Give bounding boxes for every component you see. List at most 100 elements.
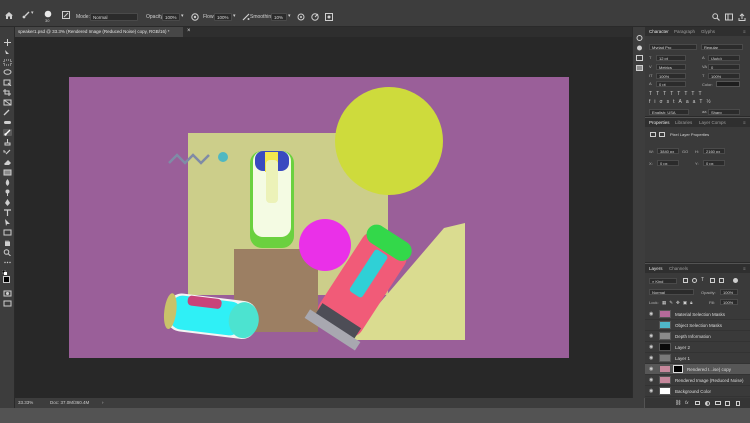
home-icon[interactable]: [4, 11, 13, 19]
vertical-scale-field[interactable]: 100%: [656, 73, 686, 79]
artwork[interactable]: [15, 37, 644, 398]
pressure-size-icon[interactable]: [324, 12, 333, 21]
lock-all-icon[interactable]: 🔒︎: [690, 300, 695, 305]
panel-menu-icon[interactable]: ≡: [743, 264, 746, 273]
font-size-field[interactable]: 12 pt: [656, 55, 686, 61]
layer-row[interactable]: Object Selection Masks: [645, 320, 750, 331]
clone-stamp-tool-icon[interactable]: [3, 139, 12, 146]
y-field[interactable]: 0 px: [703, 160, 725, 166]
text-color-swatch[interactable]: [716, 81, 740, 87]
more-tools-icon[interactable]: [3, 259, 12, 266]
share-icon[interactable]: [737, 12, 746, 21]
document-info[interactable]: Doc: 37.0M/360.4M: [50, 398, 89, 408]
brush-preset-icon[interactable]: [43, 9, 52, 18]
x-field[interactable]: 0 px: [657, 160, 679, 166]
visibility-eye-icon[interactable]: [649, 323, 654, 327]
opacity-field[interactable]: 100%: [162, 13, 180, 21]
blur-tool-icon[interactable]: [3, 179, 12, 186]
brush-settings-icon[interactable]: [61, 11, 70, 19]
opacity-chevron[interactable]: ▾: [181, 13, 184, 19]
path-selection-tool-icon[interactable]: [3, 219, 12, 226]
link-layers-icon[interactable]: ⛓: [675, 400, 681, 406]
layer-filter-select[interactable]: ⌕ Kind: [649, 278, 677, 284]
new-layer-icon[interactable]: [725, 401, 730, 406]
layer-row[interactable]: ◉ Rendered I...ise) copy: [645, 364, 750, 375]
lock-position-icon[interactable]: ✥: [676, 300, 683, 305]
shape-filter-icon[interactable]: [710, 278, 715, 283]
layer-row[interactable]: ◉ Layer 2: [645, 342, 750, 353]
dodge-tool-icon[interactable]: [3, 189, 12, 196]
lock-artboard-icon[interactable]: ▣: [683, 300, 690, 305]
tab-layer-comps[interactable]: Layer Comps: [699, 118, 726, 127]
panel-menu-icon[interactable]: ≡: [743, 118, 746, 127]
filter-toggle-icon[interactable]: [733, 278, 738, 283]
leading-field[interactable]: (Auto): [708, 55, 740, 61]
layer-row[interactable]: ◉ Material Selection Masks: [645, 309, 750, 320]
layer-row[interactable]: ◉ Layer 1: [645, 353, 750, 364]
mode-select[interactable]: Normal: [90, 13, 138, 21]
frame-tool-icon[interactable]: [3, 99, 12, 106]
link-dimensions-button[interactable]: GO: [682, 149, 688, 154]
hand-tool-icon[interactable]: [3, 239, 12, 246]
shape-tool-icon[interactable]: [3, 229, 12, 236]
panel-menu-icon[interactable]: ≡: [743, 27, 746, 36]
history-brush-tool-icon[interactable]: [3, 149, 12, 156]
layer-row[interactable]: ◉ Background Color: [645, 386, 750, 397]
baseline-shift-field[interactable]: 0 pt: [656, 81, 686, 87]
swatches-panel-icon[interactable]: [636, 65, 643, 71]
layer-row[interactable]: ◉ Depth Information: [645, 331, 750, 342]
tab-character[interactable]: Character: [649, 27, 669, 36]
foreground-color-swatch[interactable]: [3, 276, 10, 283]
brush-angle-icon[interactable]: [310, 12, 319, 21]
visibility-eye-icon[interactable]: ◉: [649, 367, 654, 372]
healing-brush-tool-icon[interactable]: [3, 119, 12, 126]
artboard-tool-icon[interactable]: [3, 49, 12, 56]
titling-button[interactable]: aa: [686, 99, 700, 105]
visibility-eye-icon[interactable]: ◉: [649, 378, 654, 383]
close-tab-icon[interactable]: ×: [187, 28, 191, 34]
crop-tool-icon[interactable]: [3, 89, 12, 96]
adjustment-filter-icon[interactable]: [692, 278, 697, 283]
layer-opacity-field[interactable]: 100%: [720, 289, 738, 295]
tracking-field[interactable]: 0: [708, 64, 740, 70]
faux-bold-button[interactable]: T: [649, 91, 656, 97]
screen-mode-icon[interactable]: [3, 300, 12, 307]
pressure-opacity-icon[interactable]: [190, 12, 199, 21]
smoothing-chevron[interactable]: ▾: [288, 13, 291, 19]
gradient-tool-icon[interactable]: [3, 169, 12, 176]
horizontal-scale-field[interactable]: 100%: [708, 73, 740, 79]
mask-icon[interactable]: [659, 132, 665, 137]
visibility-eye-icon[interactable]: ◉: [649, 345, 654, 350]
discretionary-button[interactable]: σ: [660, 99, 667, 105]
zoom-level[interactable]: 33.33%: [18, 398, 33, 408]
add-mask-icon[interactable]: [695, 401, 700, 405]
workspace-icon[interactable]: [724, 12, 733, 21]
object-selection-tool-icon[interactable]: [3, 79, 12, 87]
adjustments-panel-icon[interactable]: [636, 55, 643, 61]
lasso-tool-icon[interactable]: [3, 69, 12, 76]
antialias-select[interactable]: Sharp: [708, 109, 740, 115]
font-family-select[interactable]: Myriad Pro: [649, 44, 697, 50]
type-filter-icon[interactable]: T: [701, 277, 704, 283]
type-tool-icon[interactable]: [3, 209, 12, 216]
group-folder-icon[interactable]: [715, 401, 721, 405]
visibility-eye-icon[interactable]: ◉: [649, 312, 654, 317]
tool-preset-chevron[interactable]: ▾: [31, 10, 34, 16]
stylistic-button[interactable]: st: [667, 99, 679, 105]
tab-paragraph[interactable]: Paragraph: [674, 27, 695, 36]
eyedropper-tool-icon[interactable]: [3, 109, 12, 116]
quick-mask-icon[interactable]: [3, 290, 12, 297]
strikethrough-button[interactable]: T: [698, 91, 705, 97]
document-tab[interactable]: speaker1.psd @ 33.3% (Rendered Image (Re…: [15, 27, 183, 37]
ligatures-button[interactable]: fi: [649, 99, 660, 105]
status-menu-chevron[interactable]: ›: [102, 398, 104, 408]
search-icon[interactable]: [711, 12, 720, 21]
fill-field[interactable]: 100%: [720, 299, 738, 305]
adjustment-layer-icon[interactable]: [705, 401, 710, 406]
eraser-tool-icon[interactable]: [3, 159, 12, 166]
language-select[interactable]: English: USA: [649, 109, 689, 115]
tab-libraries[interactable]: Libraries: [675, 118, 692, 127]
pixel-filter-icon[interactable]: [683, 278, 688, 283]
flow-field[interactable]: 100%: [214, 13, 232, 21]
tab-layers[interactable]: Layers: [649, 264, 663, 273]
